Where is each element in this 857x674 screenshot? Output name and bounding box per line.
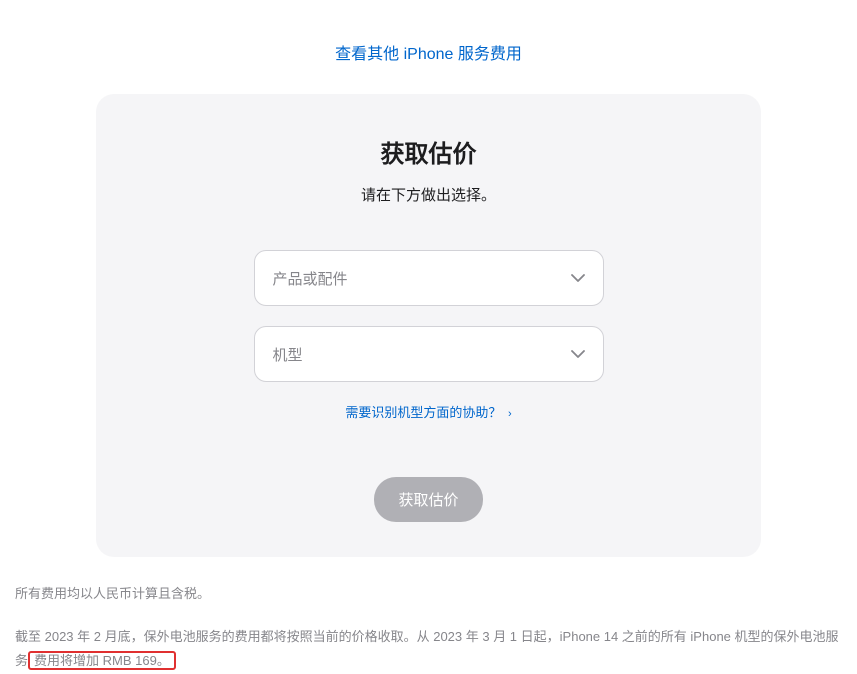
top-link-container: 查看其他 iPhone 服务费用 bbox=[15, 0, 842, 94]
estimate-card: 获取估价 请在下方做出选择。 产品或配件 机型 需要识别机型方面的协助？ › 获… bbox=[96, 94, 761, 557]
product-select-placeholder: 产品或配件 bbox=[273, 268, 571, 289]
model-select[interactable]: 机型 bbox=[254, 326, 604, 382]
chevron-down-icon bbox=[571, 345, 585, 363]
chevron-right-icon: › bbox=[508, 408, 512, 420]
chevron-down-icon bbox=[571, 269, 585, 287]
other-services-link[interactable]: 查看其他 iPhone 服务费用 bbox=[335, 46, 522, 63]
price-increase-highlight: 费用将增加 RMB 169。 bbox=[28, 651, 176, 670]
footnotes-section: 所有费用均以人民币计算且含税。 截至 2023 年 2 月底，保外电池服务的费用… bbox=[15, 582, 842, 674]
footnote-price-increase: 截至 2023 年 2 月底，保外电池服务的费用都将按照当前的价格收取。从 20… bbox=[15, 625, 842, 674]
product-select[interactable]: 产品或配件 bbox=[254, 250, 604, 306]
identify-model-help-link[interactable]: 需要识别机型方面的协助？ › bbox=[345, 405, 511, 420]
card-subtitle: 请在下方做出选择。 bbox=[126, 184, 731, 205]
model-select-placeholder: 机型 bbox=[273, 344, 571, 365]
help-link-text: 需要识别机型方面的协助？ bbox=[345, 405, 501, 420]
get-estimate-button[interactable]: 获取估价 bbox=[374, 477, 482, 522]
footnote-currency: 所有费用均以人民币计算且含税。 bbox=[15, 582, 842, 607]
card-title: 获取估价 bbox=[126, 134, 731, 169]
help-link-container: 需要识别机型方面的协助？ › bbox=[126, 402, 731, 422]
